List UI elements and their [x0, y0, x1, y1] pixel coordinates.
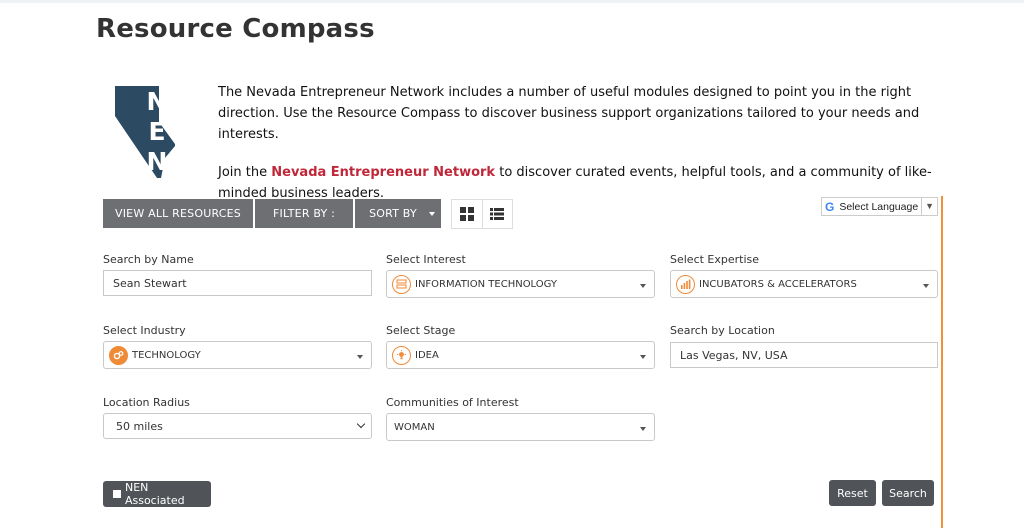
logo-letter-n2: N: [147, 147, 168, 176]
search-name-input[interactable]: Sean Stewart: [103, 270, 372, 296]
radius-label: Location Radius: [103, 396, 190, 409]
filter-toolbar: VIEW ALL RESOURCES FILTER BY : SORT BY: [103, 199, 443, 228]
chevron-down-icon: [640, 355, 646, 359]
industry-value: TECHNOLOGY: [132, 349, 201, 361]
nen-logo: N E N: [115, 86, 175, 178]
interest-label: Select Interest: [386, 253, 466, 266]
grid-view-button[interactable]: [452, 200, 482, 228]
stage-select[interactable]: IDEA: [386, 341, 655, 369]
stage-label: Select Stage: [386, 324, 456, 337]
expertise-value: INCUBATORS & ACCELERATORS: [699, 278, 857, 290]
sort-by-label: SORT BY: [369, 207, 417, 220]
nen-associated-toggle[interactable]: NEN Associated: [103, 481, 211, 507]
filter-by-button[interactable]: FILTER BY :: [255, 199, 353, 228]
list-icon: [490, 208, 505, 220]
search-name-label: Search by Name: [103, 253, 194, 266]
chevron-down-icon: [640, 427, 646, 431]
intro-text: The Nevada Entrepreneur Network includes…: [218, 82, 934, 204]
language-label: Select Language: [839, 200, 919, 213]
chevron-down-icon: [356, 419, 366, 429]
chevron-down-icon: [357, 355, 363, 359]
search-button[interactable]: Search: [882, 480, 934, 506]
caret-down-icon: [429, 212, 435, 216]
communities-select[interactable]: WOMAN: [386, 413, 655, 441]
gears-icon: [109, 345, 128, 365]
bar-chart-icon: [676, 274, 695, 294]
logo-letter-n1: N: [147, 87, 168, 116]
sort-by-button[interactable]: SORT BY: [355, 199, 441, 228]
top-strip: [0, 0, 1024, 3]
expertise-select[interactable]: INCUBATORS & ACCELERATORS: [670, 270, 938, 298]
communities-value: WOMAN: [394, 421, 435, 433]
view-toggle: [451, 199, 513, 229]
nen-associated-label: NEN Associated: [124, 481, 185, 507]
interest-select[interactable]: INFORMATION TECHNOLOGY: [386, 270, 655, 298]
chevron-down-icon: [923, 284, 929, 288]
location-label: Search by Location: [670, 324, 775, 337]
checkbox-icon[interactable]: [113, 490, 121, 498]
location-input[interactable]: Las Vegas, NV, USA: [670, 342, 938, 368]
grid-icon: [459, 207, 474, 221]
language-selector[interactable]: G Select Language ▼: [821, 197, 938, 216]
reset-button[interactable]: Reset: [829, 480, 876, 506]
industry-label: Select Industry: [103, 324, 186, 337]
dropdown-arrow-icon: ▼: [921, 198, 937, 215]
interest-value: INFORMATION TECHNOLOGY: [415, 278, 558, 290]
lightbulb-icon: [392, 345, 411, 365]
stage-value: IDEA: [415, 349, 439, 361]
chevron-down-icon: [640, 284, 646, 288]
orange-divider: [941, 196, 943, 528]
radius-select[interactable]: 50 miles: [103, 413, 372, 439]
expertise-label: Select Expertise: [670, 253, 760, 266]
list-view-button[interactable]: [481, 200, 512, 228]
nen-link[interactable]: Nevada Entrepreneur Network: [271, 165, 495, 180]
intro-paragraph-2-start: Join the: [218, 165, 272, 180]
logo-letter-e: E: [148, 117, 165, 146]
google-icon: G: [825, 199, 835, 214]
page-title: Resource Compass: [96, 14, 375, 44]
industry-select[interactable]: TECHNOLOGY: [103, 341, 372, 369]
radius-value: 50 miles: [116, 419, 163, 433]
intro-paragraph-1: The Nevada Entrepreneur Network includes…: [218, 85, 920, 142]
view-all-resources-button[interactable]: VIEW ALL RESOURCES: [103, 199, 253, 228]
communities-label: Communities of Interest: [386, 396, 519, 409]
server-icon: [392, 274, 411, 294]
